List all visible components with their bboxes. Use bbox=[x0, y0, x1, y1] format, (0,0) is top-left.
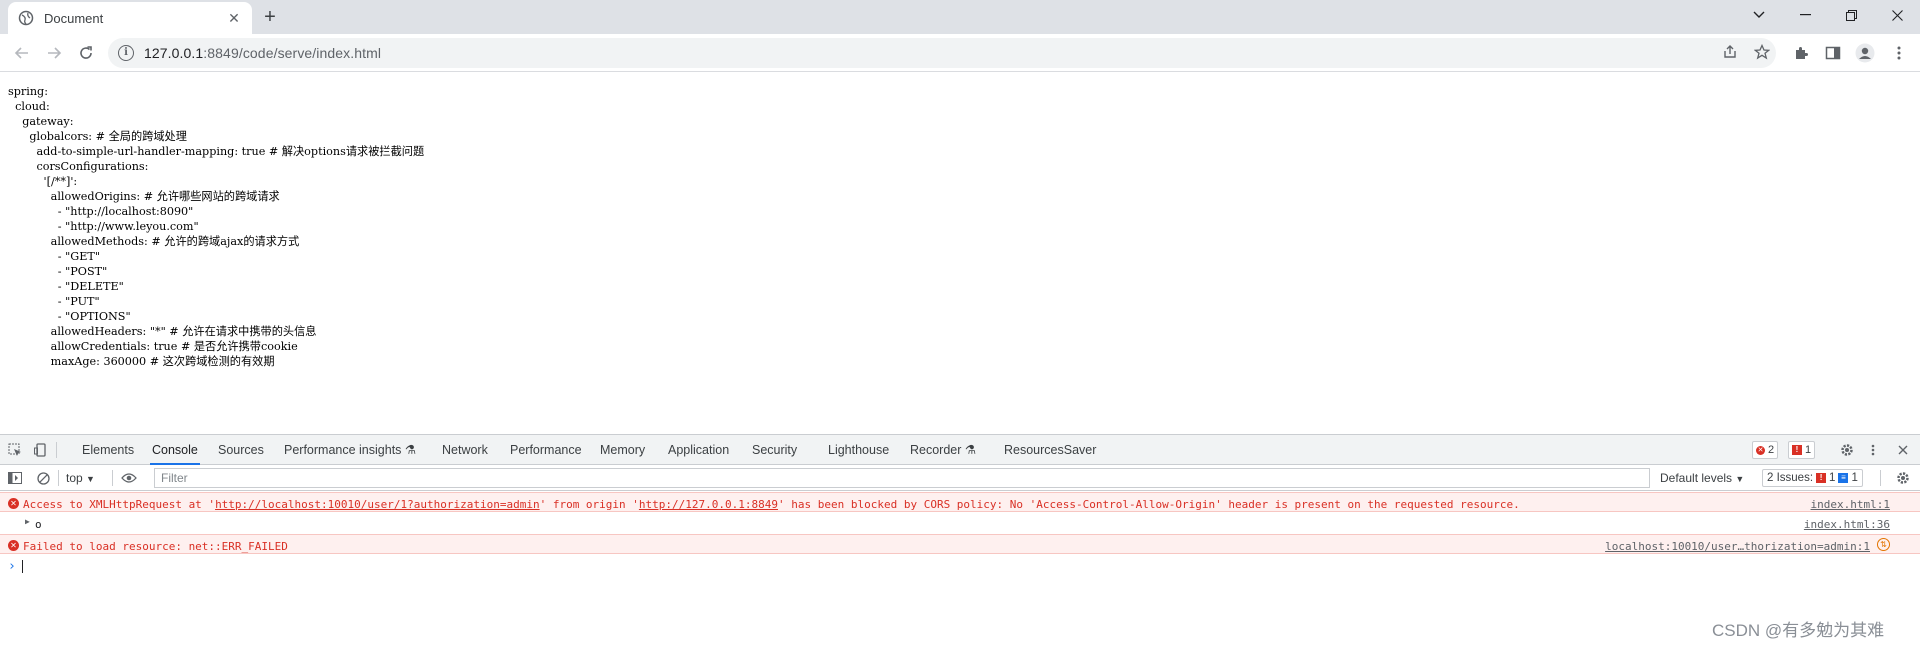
site-info-icon[interactable]: i bbox=[118, 45, 134, 61]
text-segment: Access to XMLHttpRequest at ' bbox=[23, 498, 216, 511]
bookmark-star-icon[interactable] bbox=[1752, 42, 1772, 62]
browser-tab-document[interactable]: Document ✕ bbox=[8, 2, 252, 34]
tab-search-chevron-icon[interactable] bbox=[1736, 0, 1782, 30]
share-icon[interactable] bbox=[1720, 42, 1740, 62]
issue-count: 1 bbox=[1805, 444, 1812, 456]
devtools-menu-kebab-icon[interactable] bbox=[1864, 441, 1882, 459]
tab-security[interactable]: Security bbox=[750, 435, 799, 465]
source-link[interactable]: index.html:36 bbox=[1804, 518, 1890, 531]
console-filter-bar: top ▼ Filter Default levels ▼ 2 Issues: … bbox=[0, 465, 1920, 491]
tab-memory[interactable]: Memory bbox=[598, 435, 647, 465]
live-expression-eye-icon[interactable] bbox=[120, 469, 138, 487]
devtools-panel: Elements Console Sources Performance ins… bbox=[0, 434, 1920, 648]
tab-performance-insights[interactable]: Performance insights ⚗ bbox=[282, 435, 418, 465]
reload-icon[interactable] bbox=[72, 39, 100, 67]
issue-error-icon: ! bbox=[1792, 445, 1802, 455]
issue-info-icon: ≡ bbox=[1838, 473, 1849, 483]
tab-network[interactable]: Network bbox=[440, 435, 490, 465]
console-message-log: ▶ o index.html:36 bbox=[0, 513, 1920, 533]
error-count-badge[interactable]: ✕ 2 bbox=[1752, 441, 1779, 459]
origin-url-link[interactable]: http://127.0.0.1:8849 bbox=[639, 498, 778, 511]
context-selector[interactable]: top ▼ bbox=[66, 469, 95, 487]
minimize-button[interactable] bbox=[1782, 0, 1828, 30]
tab-recorder[interactable]: Recorder ⚗ bbox=[908, 435, 978, 465]
tab-label: Recorder bbox=[910, 443, 962, 457]
console-message-error: ✕ Failed to load resource: net::ERR_FAIL… bbox=[0, 534, 1920, 554]
extensions-puzzle-icon[interactable] bbox=[1790, 42, 1812, 64]
close-window-button[interactable] bbox=[1874, 0, 1920, 30]
flask-icon: ⚗ bbox=[404, 443, 417, 457]
source-link[interactable]: localhost:10010/user…thorization=admin:1 bbox=[1605, 540, 1870, 553]
log-levels-dropdown[interactable]: Default levels ▼ bbox=[1660, 469, 1744, 487]
clear-console-icon[interactable] bbox=[34, 469, 52, 487]
tab-resourcessaver[interactable]: ResourcesSaver bbox=[1002, 435, 1098, 465]
browser-menu-kebab-icon[interactable] bbox=[1888, 42, 1910, 64]
devtools-tab-bar: Elements Console Sources Performance ins… bbox=[0, 435, 1920, 465]
restore-button[interactable] bbox=[1828, 0, 1874, 30]
sidebar-toggle-icon[interactable] bbox=[6, 469, 24, 487]
dropdown-arrow-icon: ▼ bbox=[1735, 474, 1745, 484]
device-toolbar-icon[interactable] bbox=[32, 441, 50, 459]
close-devtools-icon[interactable] bbox=[1894, 441, 1912, 459]
issues-error-count: 1 bbox=[1829, 472, 1836, 484]
tab-application[interactable]: Application bbox=[666, 435, 731, 465]
yaml-config-text: spring: cloud: gateway: globalcors: # 全局… bbox=[8, 85, 425, 368]
console-input-caret[interactable] bbox=[22, 560, 23, 573]
issue-error-icon: ! bbox=[1816, 473, 1827, 483]
watermark-text: CSDN @有多勉为其难 bbox=[1712, 621, 1885, 640]
url-path: :8849/code/serve/index.html bbox=[203, 45, 382, 61]
issue-count-badge[interactable]: ! 1 bbox=[1788, 441, 1816, 459]
error-icon: ✕ bbox=[1756, 445, 1765, 455]
tab-console[interactable]: Console bbox=[150, 435, 200, 465]
side-panel-icon[interactable] bbox=[1822, 42, 1844, 64]
error-circle-icon: ✕ bbox=[8, 498, 19, 509]
issues-label: 2 Issues: bbox=[1767, 472, 1814, 484]
flask-icon: ⚗ bbox=[964, 443, 977, 457]
address-bar[interactable]: i 127.0.0.1:8849/code/serve/index.html bbox=[108, 38, 1776, 68]
url-text[interactable]: 127.0.0.1:8849/code/serve/index.html bbox=[144, 45, 381, 61]
context-value: top bbox=[66, 471, 83, 485]
message-text: Failed to load resource: net::ERR_FAILED bbox=[23, 540, 288, 553]
dropdown-arrow-icon: ▼ bbox=[86, 474, 95, 484]
console-filter-input[interactable]: Filter bbox=[154, 468, 1650, 488]
settings-gear-icon[interactable] bbox=[1838, 441, 1856, 459]
browser-tab-bar: Document ✕ + bbox=[0, 0, 1920, 34]
console-settings-gear-icon[interactable] bbox=[1894, 469, 1912, 487]
divider bbox=[58, 470, 59, 486]
inspect-element-icon[interactable] bbox=[6, 441, 24, 459]
text-segment: ' has been blocked by CORS policy: No 'A… bbox=[778, 498, 1520, 511]
issues-info-count: 1 bbox=[1851, 472, 1858, 484]
page-content: spring: cloud: gateway: globalcors: # 全局… bbox=[0, 72, 1920, 434]
error-circle-icon: ✕ bbox=[8, 540, 19, 551]
levels-label: Default levels bbox=[1660, 471, 1733, 485]
message-text: Access to XMLHttpRequest at 'http://loca… bbox=[23, 498, 1520, 511]
console-prompt-chevron-icon: › bbox=[8, 559, 16, 574]
back-arrow-icon[interactable] bbox=[8, 39, 36, 67]
expand-triangle-icon[interactable]: ▶ bbox=[25, 517, 30, 526]
divider bbox=[112, 470, 113, 486]
tab-sources[interactable]: Sources bbox=[216, 435, 266, 465]
network-request-icon[interactable]: ⇅ bbox=[1877, 538, 1890, 551]
divider bbox=[56, 442, 57, 458]
browser-toolbar: i 127.0.0.1:8849/code/serve/index.html bbox=[0, 34, 1920, 72]
source-link[interactable]: index.html:1 bbox=[1811, 498, 1890, 511]
url-host: 127.0.0.1 bbox=[144, 45, 204, 61]
close-tab-icon[interactable]: ✕ bbox=[226, 10, 242, 26]
tab-title: Document bbox=[44, 10, 104, 26]
new-tab-button[interactable]: + bbox=[258, 6, 282, 30]
profile-avatar-icon[interactable] bbox=[1854, 42, 1876, 64]
message-text: o bbox=[35, 518, 42, 531]
tab-elements[interactable]: Elements bbox=[80, 435, 136, 465]
text-segment: ' from origin ' bbox=[539, 498, 639, 511]
tab-performance[interactable]: Performance bbox=[508, 435, 584, 465]
tab-lighthouse[interactable]: Lighthouse bbox=[826, 435, 891, 465]
divider bbox=[1880, 470, 1881, 486]
request-url-link[interactable]: http://localhost:10010/user/1?authorizat… bbox=[215, 498, 540, 511]
issues-counter-button[interactable]: 2 Issues: ! 1 ≡ 1 bbox=[1762, 469, 1863, 487]
console-message-error: ✕ Access to XMLHttpRequest at 'http://lo… bbox=[0, 492, 1920, 512]
globe-icon bbox=[18, 10, 34, 26]
tab-label: Performance insights bbox=[284, 443, 402, 457]
forward-arrow-icon[interactable] bbox=[40, 39, 68, 67]
error-count: 2 bbox=[1768, 444, 1775, 456]
